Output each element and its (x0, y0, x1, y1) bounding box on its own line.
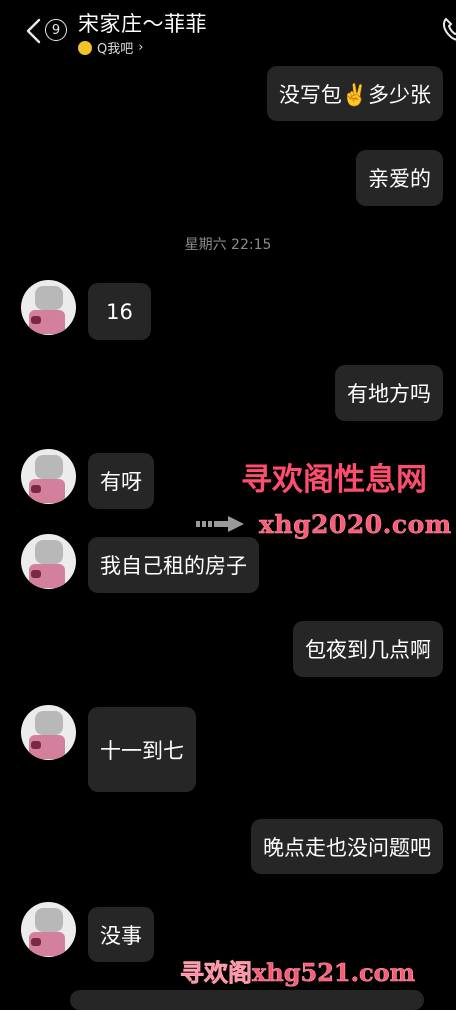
chat-header: 9 宋家庄～菲菲 Q我吧 › (0, 0, 456, 62)
contact-avatar[interactable] (21, 705, 76, 760)
message-bubble[interactable]: 有呀 (88, 453, 154, 509)
message-bubble[interactable]: 晚点走也没问题吧 (251, 819, 443, 874)
watermark-url-bottom: 寻欢阁xhg521.com (180, 958, 416, 988)
message-bubble[interactable]: 亲爱的 (356, 150, 443, 206)
message-bubble[interactable]: 包夜到几点啊 (293, 621, 443, 677)
message-bubble[interactable]: 十一到七 (88, 707, 196, 792)
status-text: Q我吧 (97, 42, 134, 57)
contact-avatar[interactable] (21, 280, 76, 335)
arrow-right-icon (196, 516, 244, 532)
contact-avatar[interactable] (21, 902, 76, 957)
contact-avatar[interactable] (21, 534, 76, 589)
contact-name[interactable]: 宋家庄～菲菲 (78, 8, 207, 38)
message-bubble[interactable]: 没事 (88, 907, 154, 962)
back-arrow-icon[interactable] (24, 18, 42, 44)
message-timestamp: 星期六 22:15 (184, 237, 272, 253)
message-bubble[interactable]: 没写包✌️多少张 (266, 66, 443, 121)
message-bubble[interactable]: 有地方吗 (335, 365, 443, 421)
message-bubble-partial[interactable] (70, 990, 424, 1010)
phone-icon[interactable] (440, 16, 456, 42)
smile-emoji-icon (78, 40, 92, 55)
unread-count-badge[interactable]: 9 (45, 19, 67, 41)
watermark-text: 寻欢阁性息网 (241, 462, 427, 498)
message-bubble[interactable]: 我自己租的房子 (88, 537, 259, 593)
message-bubble[interactable]: 16 (88, 283, 151, 340)
watermark-url: xhg2020.com (259, 510, 452, 540)
contact-status[interactable]: Q我吧 › (78, 38, 143, 57)
contact-avatar[interactable] (21, 449, 76, 504)
chevron-right-icon: › (138, 40, 144, 55)
